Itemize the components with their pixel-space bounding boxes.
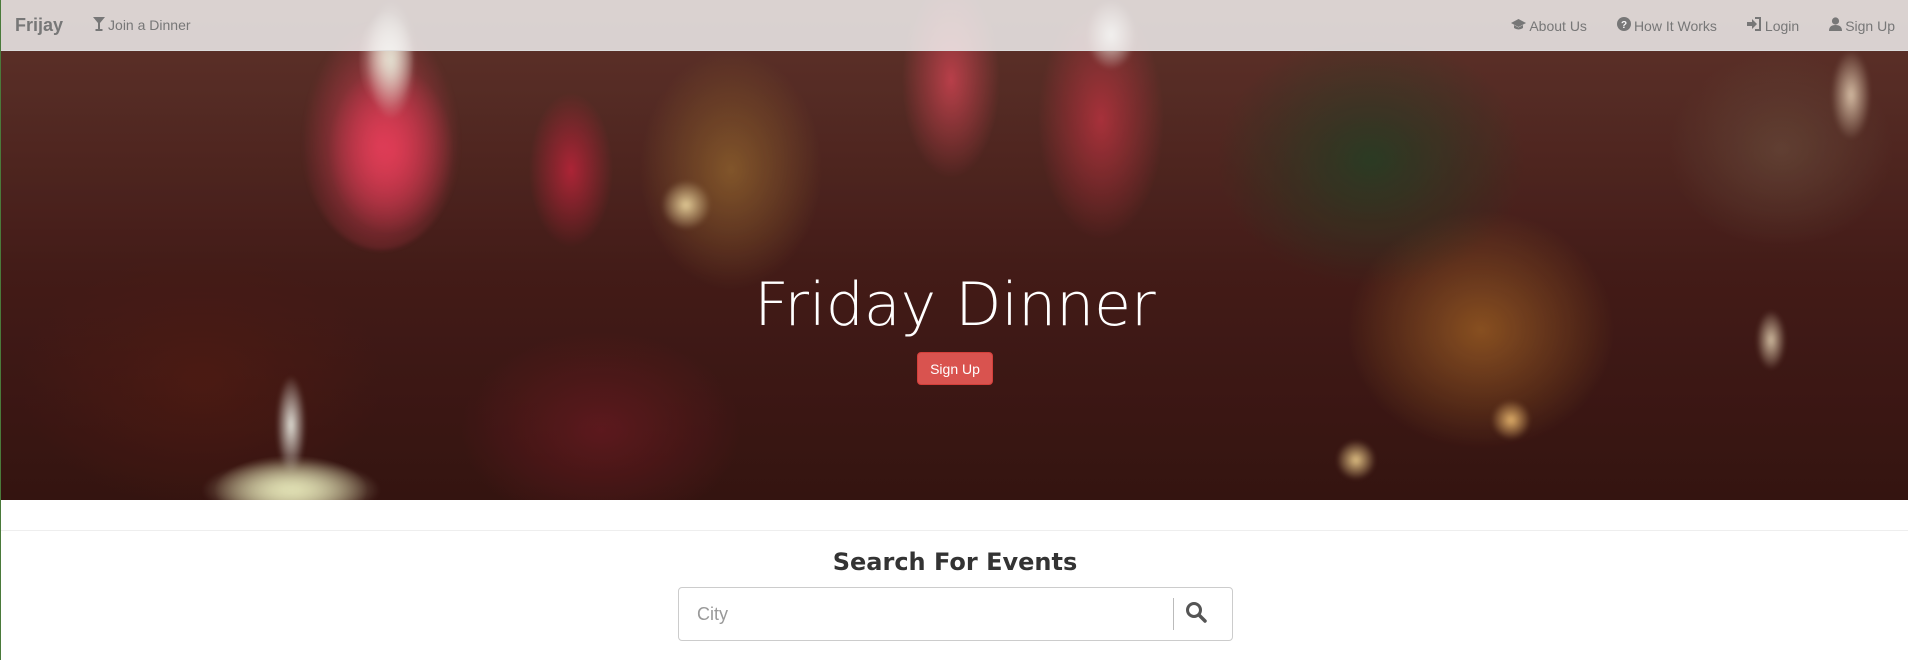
user-icon — [1829, 17, 1845, 34]
nav-join-label: Join a Dinner — [108, 17, 191, 33]
graduation-cap-icon — [1511, 18, 1529, 34]
log-in-icon — [1746, 17, 1765, 34]
nav-about-us[interactable]: About Us — [1511, 18, 1587, 34]
glass-icon — [93, 16, 108, 34]
hero-title: Friday Dinner — [754, 270, 1156, 340]
search-box — [678, 587, 1233, 641]
nav-how-it-works[interactable]: ? How It Works — [1616, 17, 1717, 34]
question-circle-icon: ? — [1616, 17, 1634, 34]
search-icon — [1185, 601, 1207, 628]
brand-logo[interactable]: Frijay — [15, 15, 63, 36]
nav-signup-label: Sign Up — [1845, 17, 1895, 34]
nav-login[interactable]: Login — [1746, 17, 1800, 34]
nav-sign-up[interactable]: Sign Up — [1829, 17, 1895, 34]
svg-text:?: ? — [1621, 20, 1627, 31]
nav-join-dinner[interactable]: Join a Dinner — [93, 16, 191, 34]
city-search-input[interactable] — [679, 588, 1169, 640]
nav-login-label: Login — [1764, 17, 1800, 34]
section-divider — [1, 530, 1908, 531]
search-button[interactable] — [1174, 588, 1218, 640]
search-title: Search For Events — [832, 548, 1078, 576]
page: Frijay Join a Dinner About Us ? How It W — [0, 0, 1908, 660]
nav-how-label: How It Works — [1633, 17, 1717, 34]
nav-about-label: About Us — [1529, 17, 1587, 34]
navbar: Frijay Join a Dinner About Us ? How It W — [1, 0, 1908, 51]
hero-signup-button[interactable]: Sign Up — [917, 352, 993, 385]
hero-banner — [1, 0, 1908, 500]
